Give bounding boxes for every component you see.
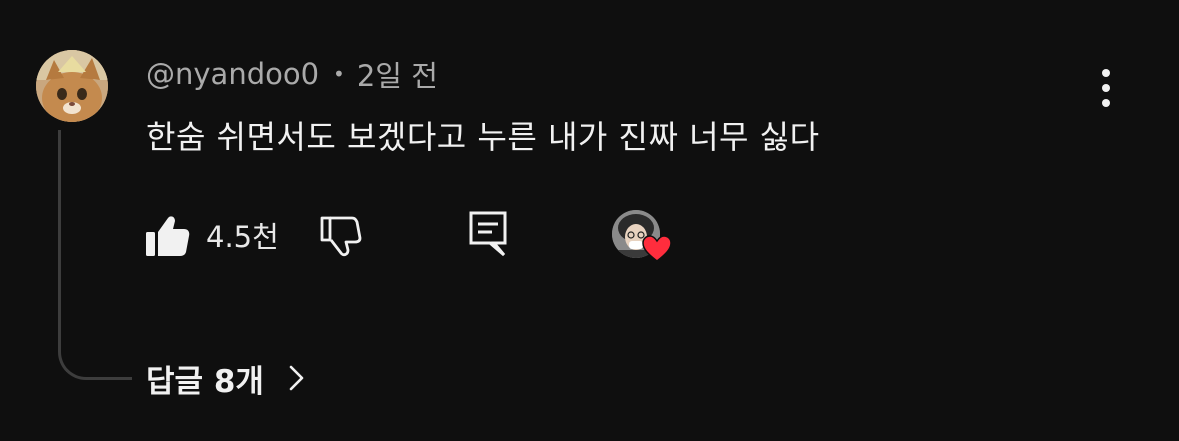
comment-time: 2일 전 [356,59,438,93]
author-avatar[interactable] [36,50,108,122]
reply-button[interactable] [466,208,514,260]
replies-label: 답글 8개 [146,363,264,400]
cat-avatar-image [36,50,108,122]
view-replies-button[interactable]: 답글 8개 [146,356,308,400]
reply-icon [469,211,507,257]
comment-header: @nyandoo0 • 2일 전 [146,54,438,94]
dislike-button[interactable] [316,212,364,260]
like-count: 4.5천 [206,220,279,254]
thumbs-down-icon [320,216,362,257]
header-separator: • [333,62,345,86]
more-vertical-icon-dot [1102,84,1110,92]
thumbs-up-icon [146,216,190,256]
comment-text: 한숨 쉬면서도 보겠다고 누른 내가 진짜 너무 싫다 [146,118,820,156]
like-button[interactable]: 4.5천 [144,210,279,260]
more-options-button[interactable] [1090,64,1122,112]
creator-heart-badge[interactable] [612,210,674,266]
thread-connector-line [58,130,132,380]
more-vertical-icon-dot [1102,99,1110,107]
author-handle[interactable]: @nyandoo0 [146,57,319,91]
heart-icon [642,235,672,262]
chevron-right-icon [289,365,304,391]
more-vertical-icon [1102,69,1110,77]
